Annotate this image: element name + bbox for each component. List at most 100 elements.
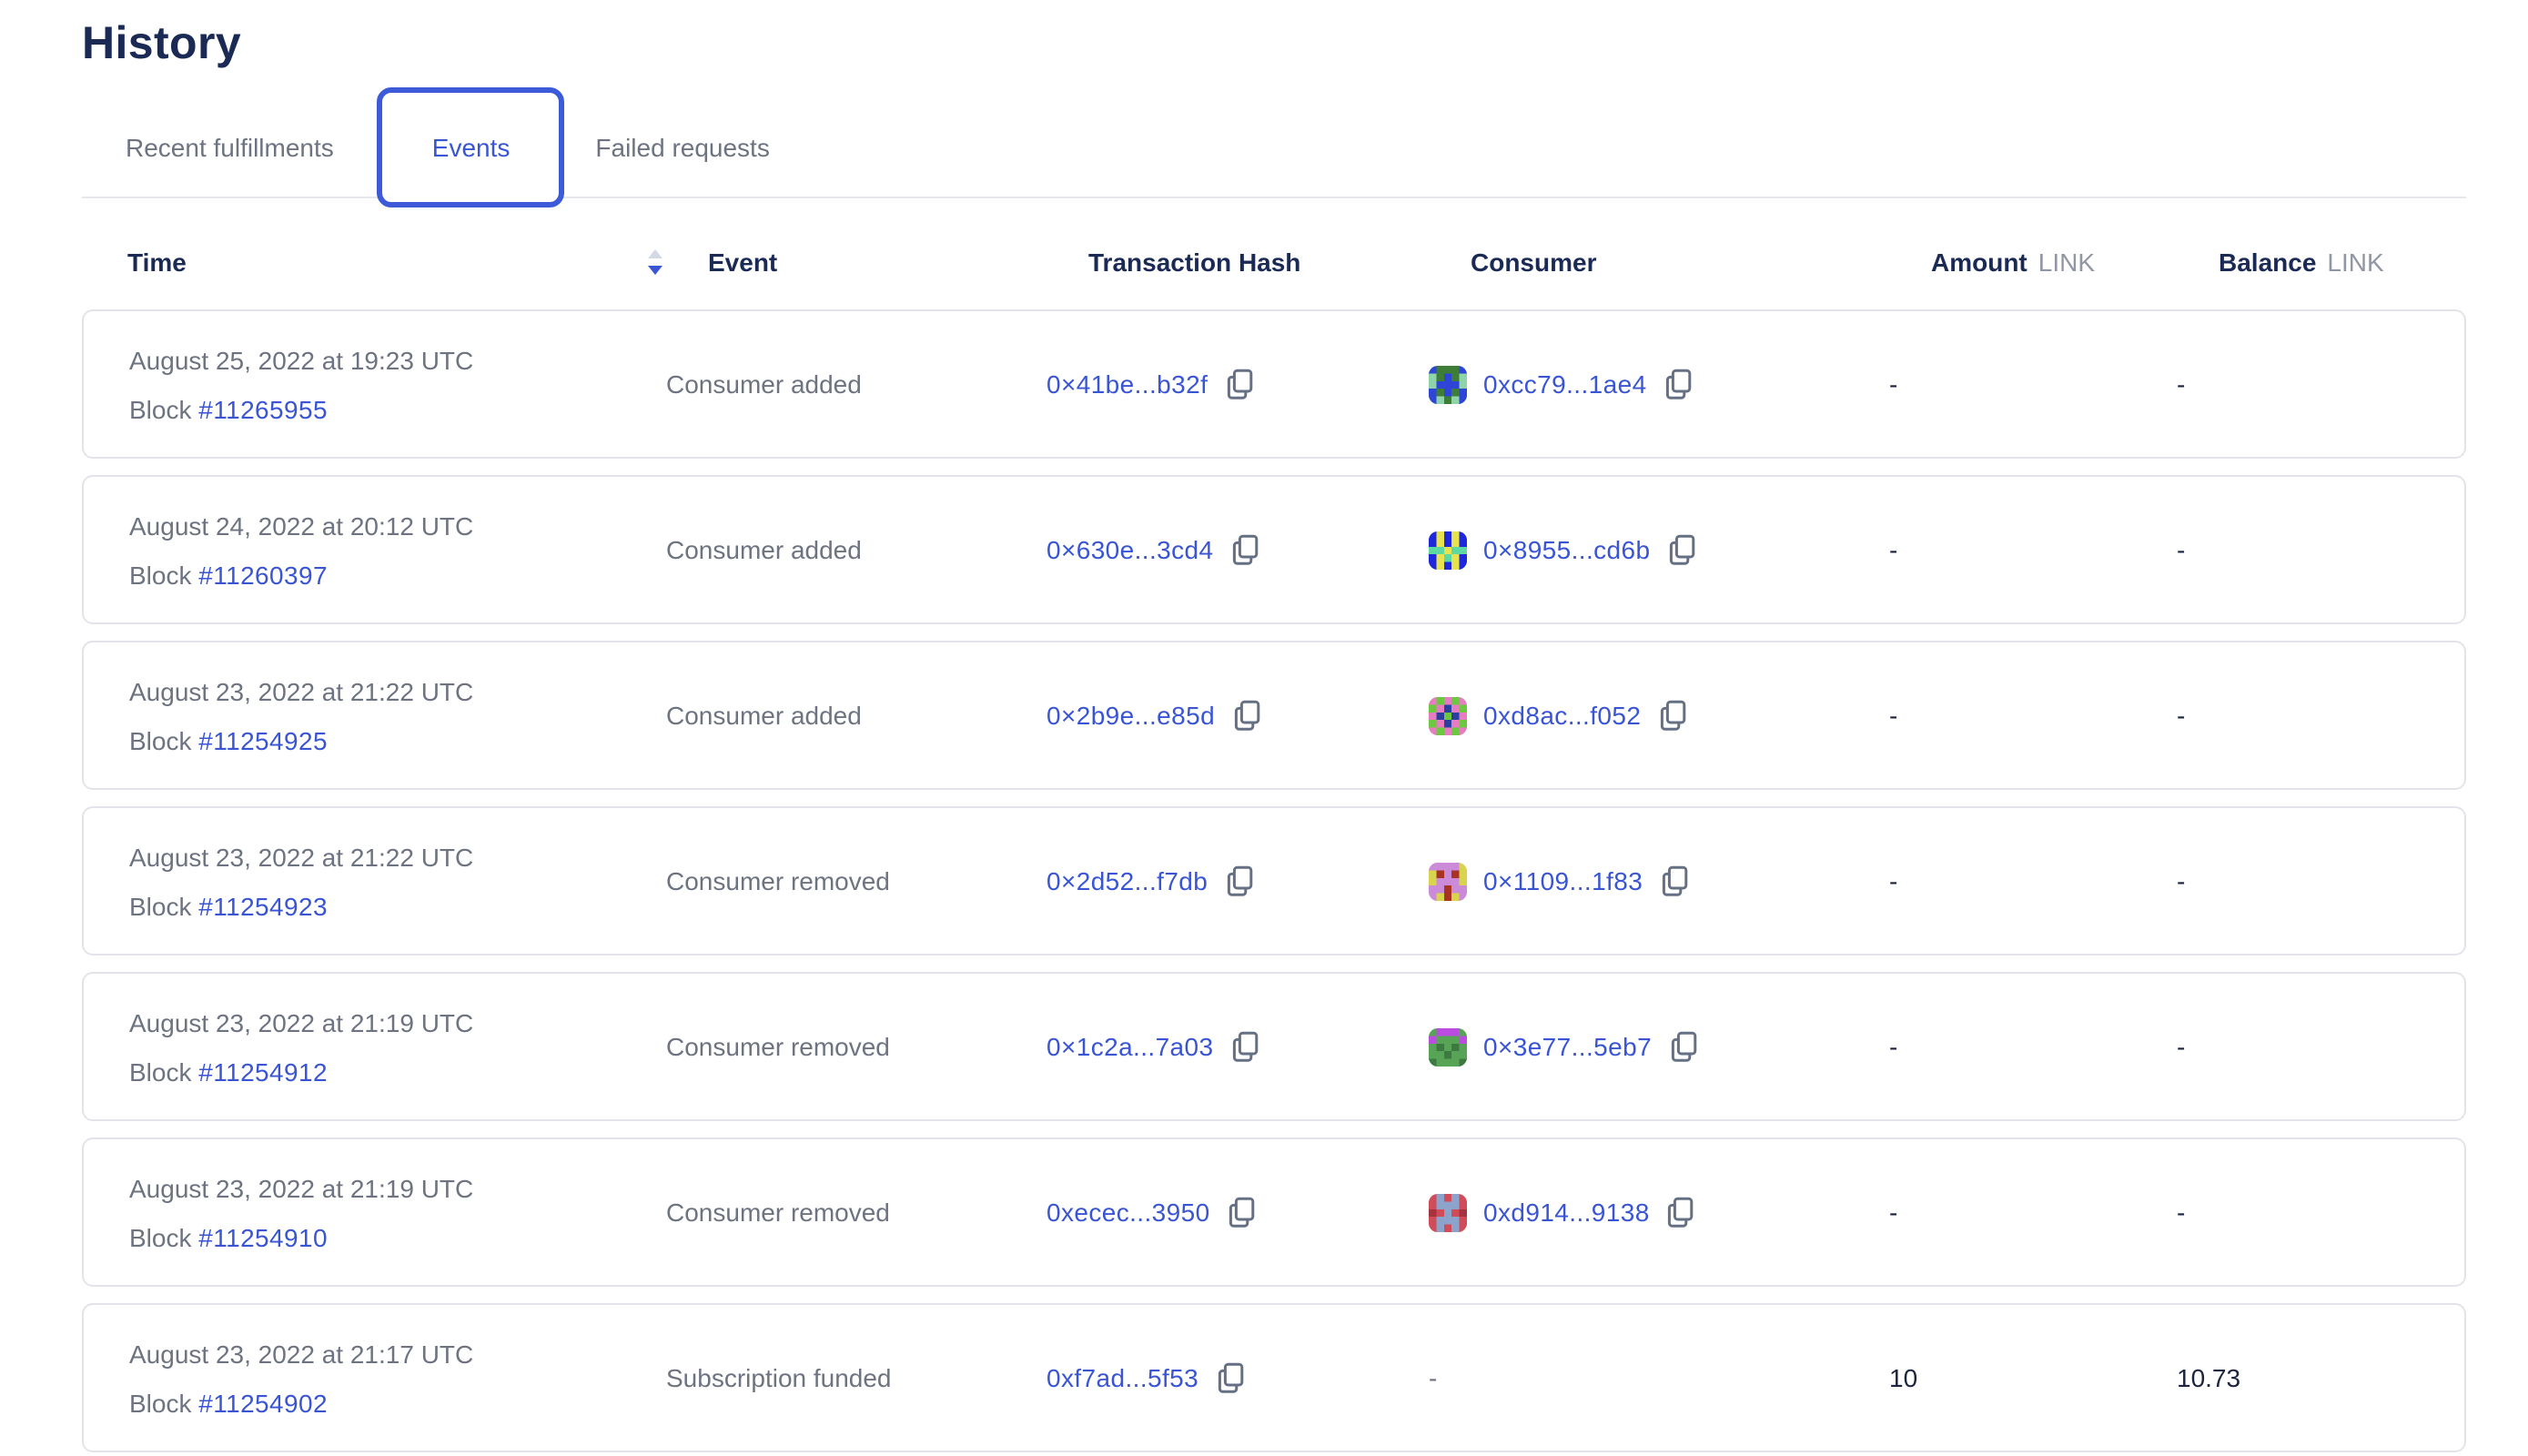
tab-recent-fulfillments[interactable]: Recent fulfillments: [82, 87, 378, 207]
event-type: Consumer removed: [666, 1198, 1047, 1227]
consumer-address-link[interactable]: 0×3e77...5eb7: [1483, 1032, 1652, 1061]
event-type: Consumer removed: [666, 866, 1047, 895]
amount-value: -: [1889, 1032, 2177, 1061]
consumer-cell: 0×3e77...5eb7: [1429, 1027, 1889, 1066]
block-label: Block #11254902: [129, 1388, 666, 1417]
tab-failed-requests[interactable]: Failed requests: [559, 87, 805, 207]
consumer-cell: 0xd8ac...f052: [1429, 696, 1889, 734]
balance-value: 10.73: [2177, 1363, 2464, 1392]
transaction-hash-cell: 0×41be...b32f: [1047, 368, 1429, 400]
block-label: Block #11254923: [129, 891, 666, 920]
event-date: August 23, 2022 at 21:19 UTC: [129, 1173, 666, 1202]
block-number-link[interactable]: #11265955: [198, 394, 328, 423]
transaction-hash-link[interactable]: 0xf7ad...5f53: [1047, 1363, 1198, 1392]
copy-icon[interactable]: [1666, 1196, 1695, 1228]
event-date: August 23, 2022 at 21:19 UTC: [129, 1007, 666, 1036]
consumer-avatar: [1429, 696, 1467, 734]
consumer-address-link[interactable]: 0xd914...9138: [1483, 1198, 1650, 1227]
sort-caret-icon[interactable]: [646, 248, 664, 277]
copy-icon[interactable]: [1668, 1030, 1697, 1063]
transaction-hash-link[interactable]: 0×2b9e...e85d: [1047, 701, 1215, 730]
tab-events[interactable]: Events: [378, 87, 565, 207]
transaction-hash-cell: 0xecec...3950: [1047, 1196, 1429, 1228]
event-table-row: August 23, 2022 at 21:19 UTC Block #1125…: [82, 972, 2466, 1121]
event-type: Consumer added: [666, 369, 1047, 399]
block-number-link[interactable]: #11260397: [198, 560, 328, 589]
block-label: Block #11260397: [129, 560, 666, 589]
transaction-hash-link[interactable]: 0×2d52...f7db: [1047, 866, 1208, 895]
transaction-hash-cell: 0×630e...3cd4: [1047, 533, 1429, 566]
consumer-address-link[interactable]: 0xd8ac...f052: [1483, 701, 1641, 730]
event-date: August 24, 2022 at 20:12 UTC: [129, 511, 666, 540]
event-table-row: August 23, 2022 at 21:22 UTC Block #1125…: [82, 806, 2466, 956]
copy-icon[interactable]: [1663, 368, 1693, 400]
block-prefix: Block: [129, 891, 198, 920]
copy-icon[interactable]: [1224, 864, 1253, 897]
event-table-row: August 24, 2022 at 20:12 UTC Block #1126…: [82, 475, 2466, 624]
consumer-avatar: [1429, 365, 1467, 403]
block-number-link[interactable]: #11254925: [198, 725, 328, 754]
block-prefix: Block: [129, 1222, 198, 1251]
block-number-link[interactable]: #11254910: [198, 1222, 328, 1251]
block-number-link[interactable]: #11254902: [198, 1388, 328, 1417]
copy-icon[interactable]: [1659, 864, 1688, 897]
balance-value: -: [2177, 1032, 2464, 1061]
block-prefix: Block: [129, 1388, 198, 1417]
copy-icon[interactable]: [1657, 699, 1686, 732]
time-cell: August 24, 2022 at 20:12 UTC Block #1126…: [129, 511, 666, 589]
time-cell: August 23, 2022 at 21:19 UTC Block #1125…: [129, 1173, 666, 1251]
balance-value: -: [2177, 535, 2464, 564]
column-header-time: Time: [127, 248, 708, 277]
balance-value: -: [2177, 866, 2464, 895]
balance-unit-label: LINK: [2327, 248, 2383, 277]
block-number-link[interactable]: #11254923: [198, 891, 328, 920]
transaction-hash-cell: 0×2b9e...e85d: [1047, 699, 1429, 732]
transaction-hash-link[interactable]: 0xecec...3950: [1047, 1198, 1210, 1227]
block-prefix: Block: [129, 560, 198, 589]
consumer-cell: 0xcc79...1ae4: [1429, 365, 1889, 403]
block-prefix: Block: [129, 394, 198, 423]
copy-icon[interactable]: [1227, 1196, 1256, 1228]
copy-icon[interactable]: [1229, 533, 1259, 566]
column-header-amount: AmountLINK: [1931, 248, 2219, 277]
amount-value: -: [1889, 1198, 2177, 1227]
table-header: Time Event Transaction Hash Consumer Amo…: [82, 240, 2466, 284]
transaction-hash-cell: 0xf7ad...5f53: [1047, 1361, 1429, 1394]
amount-value: -: [1889, 369, 2177, 399]
event-table-row: August 23, 2022 at 21:17 UTC Block #1125…: [82, 1303, 2466, 1452]
events-table-body: August 25, 2022 at 19:23 UTC Block #1126…: [82, 309, 2466, 1452]
column-header-balance: BalanceLINK: [2219, 248, 2466, 277]
block-number-link[interactable]: #11254912: [198, 1057, 328, 1086]
time-cell: August 23, 2022 at 21:22 UTC Block #1125…: [129, 842, 666, 920]
transaction-hash-link[interactable]: 0×41be...b32f: [1047, 369, 1208, 399]
consumer-cell: -: [1429, 1363, 1889, 1392]
event-date: August 23, 2022 at 21:22 UTC: [129, 676, 666, 705]
copy-icon[interactable]: [1215, 1361, 1244, 1394]
block-label: Block #11254910: [129, 1222, 666, 1251]
transaction-hash-link[interactable]: 0×1c2a...7a03: [1047, 1032, 1213, 1061]
consumer-cell: 0×8955...cd6b: [1429, 531, 1889, 569]
balance-value: -: [2177, 1198, 2464, 1227]
history-page: History Recent fulfillments Events Faile…: [0, 0, 2528, 1452]
copy-icon[interactable]: [1229, 1030, 1259, 1063]
consumer-cell: 0xd914...9138: [1429, 1193, 1889, 1231]
tab-bar: Recent fulfillments Events Failed reques…: [82, 87, 2466, 207]
transaction-hash-link[interactable]: 0×630e...3cd4: [1047, 535, 1213, 564]
time-cell: August 23, 2022 at 21:22 UTC Block #1125…: [129, 676, 666, 754]
copy-icon[interactable]: [1224, 368, 1253, 400]
time-cell: August 23, 2022 at 21:17 UTC Block #1125…: [129, 1339, 666, 1417]
block-prefix: Block: [129, 725, 198, 754]
copy-icon[interactable]: [1666, 533, 1695, 566]
amount-value: -: [1889, 866, 2177, 895]
copy-icon[interactable]: [1231, 699, 1260, 732]
consumer-address-link[interactable]: 0×1109...1f83: [1483, 866, 1643, 895]
consumer-address-link[interactable]: 0×8955...cd6b: [1483, 535, 1650, 564]
consumer-avatar: [1429, 1193, 1467, 1231]
event-type: Consumer added: [666, 535, 1047, 564]
page-title: History: [82, 0, 2466, 71]
event-type: Subscription funded: [666, 1363, 1047, 1392]
balance-value: -: [2177, 369, 2464, 399]
block-label: Block #11254912: [129, 1057, 666, 1086]
consumer-address-link[interactable]: 0xcc79...1ae4: [1483, 369, 1647, 399]
block-label: Block #11265955: [129, 394, 666, 423]
